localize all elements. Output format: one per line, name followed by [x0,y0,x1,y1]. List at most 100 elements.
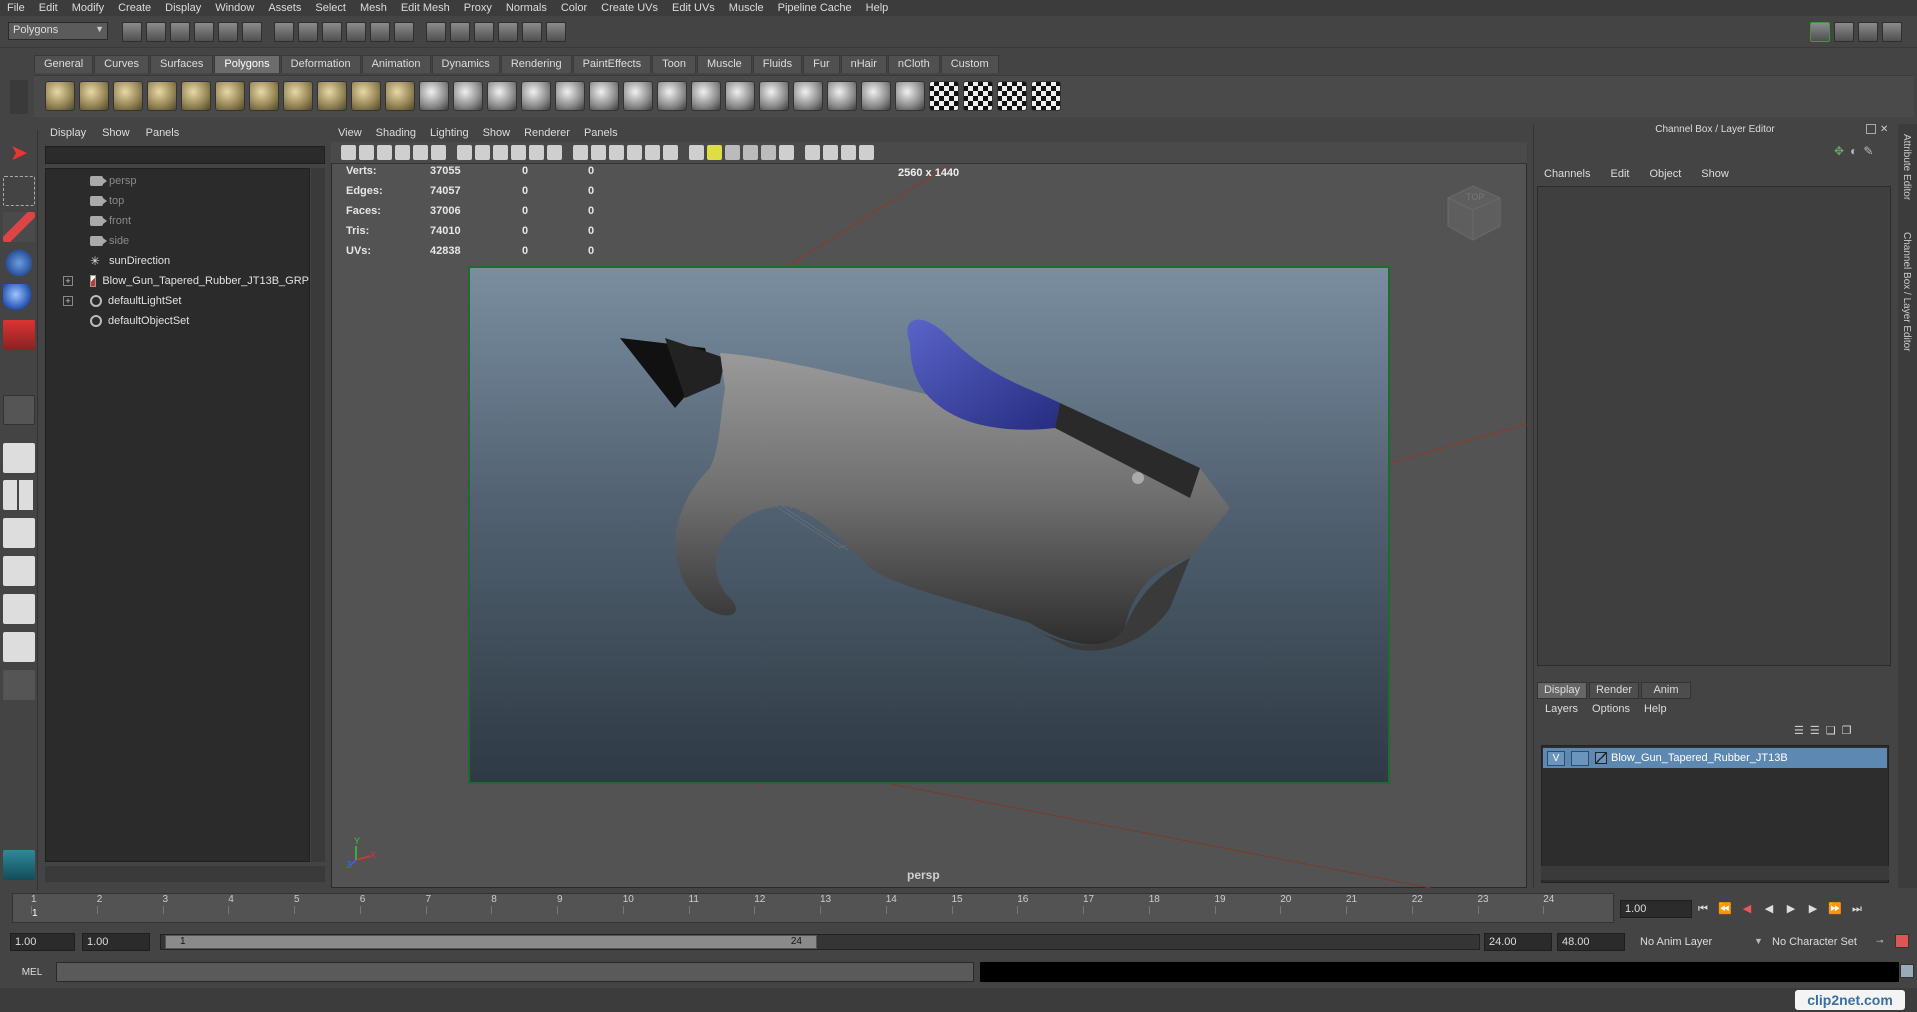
shelf-tool-icon[interactable] [759,81,789,111]
viewport-toolbar-icon[interactable] [779,145,794,160]
layout-options-icon[interactable] [3,670,35,700]
menu-item[interactable]: Muscle [722,2,771,14]
status-line-tool-icon[interactable] [146,22,166,42]
shelf-tab[interactable]: Deformation [280,55,361,73]
viewport-menu-item[interactable]: Lighting [423,127,476,139]
outliner-menu-item[interactable]: Show [102,127,130,139]
outliner-layout-icon[interactable] [3,518,35,548]
menu-item[interactable]: Edit Mesh [394,2,457,14]
mode-selector[interactable]: Polygons ▼ [8,22,108,40]
play-backward-icon[interactable]: ◀ [1758,900,1780,918]
channel-box-menu-item[interactable]: Edit [1610,168,1629,180]
shelf-tool-icon[interactable] [453,81,483,111]
status-line-tool-icon[interactable] [170,22,190,42]
shelf-tab[interactable]: PaintEffects [572,55,652,73]
viewport-toolbar-icon[interactable] [359,145,374,160]
layer-editor-menu-item[interactable]: Layers [1545,703,1578,715]
status-line-tool-icon[interactable] [242,22,262,42]
shelf-tool-icon[interactable] [895,81,925,111]
shelf-tab[interactable]: Toon [652,55,696,73]
shelf-tool-icon[interactable] [691,81,721,111]
shelf-tab[interactable]: General [34,55,94,73]
step-back-key-icon[interactable]: ⏪ [1714,900,1736,918]
viewport-toolbar-icon[interactable] [529,145,544,160]
shelf-tool-icon[interactable] [1031,81,1061,111]
viewport-menu-item[interactable]: Panels [577,127,625,139]
current-time-field[interactable]: 1.00 [1620,900,1692,918]
status-line-tool-icon[interactable] [298,22,318,42]
viewport-toolbar-icon[interactable] [395,145,410,160]
shelf-tool-icon[interactable] [317,81,347,111]
move-layer-up-icon[interactable]: ☰ [1794,724,1804,737]
menu-item[interactable]: Normals [499,2,554,14]
attribute-editor-side-tab[interactable]: Attribute Editor [1901,134,1912,200]
expand-icon[interactable]: + [63,276,73,286]
status-line-tool-icon[interactable] [218,22,238,42]
layer-editor-menu-item[interactable]: Options [1592,703,1630,715]
mel-label[interactable]: MEL [8,965,56,981]
menu-item[interactable]: Color [554,2,594,14]
outliner-menu-item[interactable]: Display [50,127,86,139]
menu-item[interactable]: Pipeline Cache [771,2,859,14]
outliner-horizontal-scrollbar[interactable] [45,866,325,882]
range-slider-thumb[interactable]: 1 24 [165,935,817,949]
outliner-scrollbar[interactable] [311,168,325,862]
viewport-toolbar-icon[interactable] [493,145,508,160]
select-tool-icon[interactable]: ➤ [3,140,35,170]
shelf-tab[interactable]: Dynamics [431,55,500,73]
shelf-tool-icon[interactable] [113,81,143,111]
shelf-tab[interactable]: Fluids [752,55,803,73]
layer-color-icon[interactable] [1595,752,1607,764]
channel-box-menu-item[interactable]: Show [1701,168,1729,180]
start-time-field[interactable]: 1.00 [10,933,75,951]
attribute-editor-toggle-icon[interactable] [1834,22,1854,42]
scale-tool-icon[interactable] [3,320,35,350]
menu-item[interactable]: Proxy [457,2,499,14]
status-line-tool-icon[interactable] [274,22,294,42]
viewport-toolbar-icon[interactable] [511,145,526,160]
script-editor-icon[interactable] [1900,964,1914,978]
outliner-item[interactable]: ✳ sunDirection [46,251,309,271]
outliner-menu-item[interactable]: Panels [146,127,180,139]
viewport-toolbar-icon[interactable] [823,145,838,160]
float-panel-icon[interactable] [1866,124,1876,134]
layer-editor-tab[interactable]: Render [1589,682,1639,699]
shelf-tool-icon[interactable] [555,81,585,111]
edit-icon[interactable]: ✎ [1863,144,1873,158]
shelf-tool-icon[interactable] [623,81,653,111]
viewport-toolbar-icon[interactable] [645,145,660,160]
shelf-tool-icon[interactable] [861,81,891,111]
viewport-toolbar-icon[interactable] [547,145,562,160]
anim-end-field[interactable]: 48.00 [1557,933,1625,951]
shelf-tool-icon[interactable] [249,81,279,111]
menu-item[interactable]: Edit UVs [665,2,722,14]
shelf-tool-icon[interactable] [79,81,109,111]
viewport-toolbar-icon[interactable] [341,145,356,160]
outliner-item[interactable]: persp [46,171,309,191]
outliner-filter-input[interactable] [45,146,325,164]
shelf-tab[interactable]: nHair [840,55,887,73]
layer-editor-tab[interactable]: Anim [1641,682,1691,699]
outliner-item[interactable]: + defaultLightSet [46,291,309,311]
anim-start-field[interactable]: 1.00 [82,933,150,951]
menu-item[interactable]: File [0,2,32,14]
channel-box-menu-item[interactable]: Channels [1544,168,1590,180]
status-line-tool-icon[interactable] [450,22,470,42]
graph-layout-icon[interactable] [3,556,35,586]
end-time-field[interactable]: 24.00 [1484,933,1552,951]
shelf-tool-icon[interactable] [385,81,415,111]
shelf-tab[interactable]: Curves [94,55,149,73]
menu-item[interactable]: Mesh [353,2,394,14]
outliner-item[interactable]: top [46,191,309,211]
viewport-menu-item[interactable]: Show [476,127,518,139]
four-view-layout-icon[interactable] [3,480,35,510]
shelf-tab[interactable]: Fur [803,55,840,73]
channel-box-menu-item[interactable]: Object [1649,168,1681,180]
move-layer-down-icon[interactable]: ☰ [1810,724,1820,737]
shelf-tool-icon[interactable] [419,81,449,111]
viewport-toolbar-icon[interactable] [609,145,624,160]
close-icon[interactable]: ✕ [1880,124,1888,135]
viewport-toolbar-icon[interactable] [725,145,740,160]
shelf-tool-icon[interactable] [45,81,75,111]
status-line-tool-icon[interactable] [394,22,414,42]
